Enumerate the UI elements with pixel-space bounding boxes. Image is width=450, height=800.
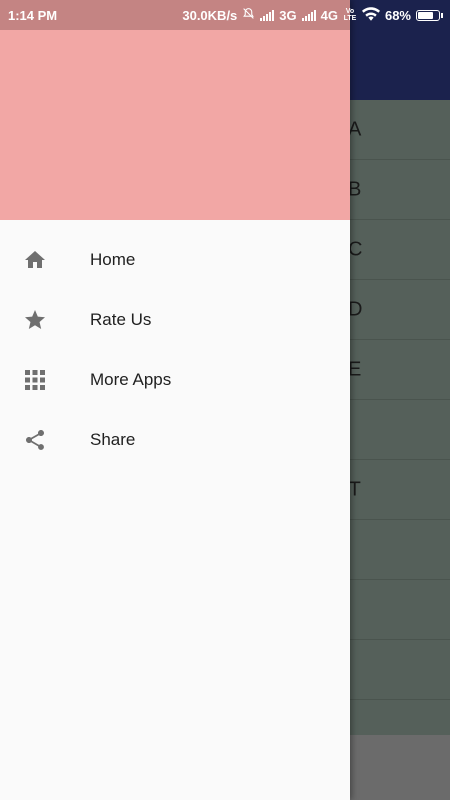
- status-time: 1:14 PM: [8, 7, 58, 23]
- menu-item-rate-us[interactable]: Rate Us: [0, 290, 350, 350]
- network-speed: 30.0KB/s: [182, 7, 238, 23]
- menu-item-label: More Apps: [90, 370, 172, 389]
- volte-icon: Vo LTE: [343, 8, 357, 22]
- battery-percent: 68%: [384, 7, 411, 23]
- home-icon: [23, 248, 47, 272]
- drawer-header: [0, 0, 350, 220]
- battery-level: [418, 11, 433, 19]
- menu-item-label: Rate Us: [90, 310, 152, 329]
- list-item-label: A: [348, 118, 362, 140]
- list-item-label: E: [348, 358, 362, 380]
- network-type-3g: 3G: [279, 7, 297, 23]
- menu-item-home[interactable]: Home: [0, 230, 350, 290]
- wifi-icon: [361, 6, 380, 24]
- signal-icon: [301, 9, 316, 21]
- battery-icon: [416, 9, 443, 21]
- star-icon: [23, 308, 47, 332]
- list-item-label: B: [348, 178, 362, 200]
- list-item-label: D: [348, 298, 363, 320]
- apps-grid-icon: [23, 368, 47, 392]
- menu-item-share[interactable]: Share: [0, 410, 350, 470]
- navigation-drawer: Home Rate Us More Apps Share: [0, 0, 350, 800]
- menu-item-label: Share: [90, 430, 136, 449]
- drawer-menu: Home Rate Us More Apps Share: [0, 220, 350, 470]
- menu-item-more-apps[interactable]: More Apps: [0, 350, 350, 410]
- menu-item-label: Home: [90, 250, 136, 269]
- share-icon: [23, 428, 47, 452]
- alarm-off-icon: [242, 7, 255, 23]
- list-item-label: C: [348, 238, 363, 260]
- signal-icon: [260, 9, 275, 21]
- network-type-4g: 4G: [320, 7, 338, 23]
- status-bar: 1:14 PM 30.0KB/s 3G 4G Vo LTE 68%: [0, 0, 450, 30]
